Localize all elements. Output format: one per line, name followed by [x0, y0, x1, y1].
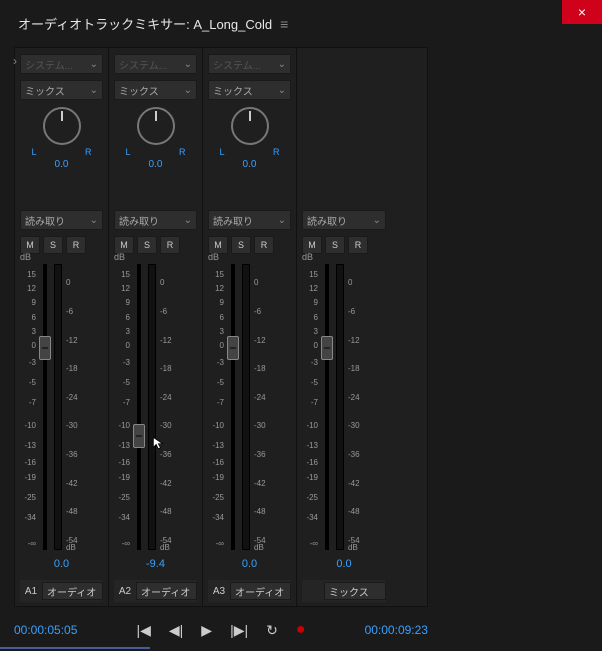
pan-value[interactable]: 0.0	[149, 159, 163, 170]
record-enable-button[interactable]: R	[348, 236, 368, 254]
scale-right: 0-6-12-18-24-30-36-42-48-54dB	[64, 264, 84, 550]
pan-value[interactable]: 0.0	[55, 159, 69, 170]
msr-buttons: M S R	[302, 236, 386, 254]
mixer-area: › システム...⌄ ミックス⌄ L R 0.0 読み取り⌄ M S R dB15…	[14, 47, 428, 607]
solo-button[interactable]: S	[137, 236, 157, 254]
scale-left: dB15129630-3-5-7-10-13-16-19-25-34-∞	[208, 264, 226, 550]
scale-right: 0-6-12-18-24-30-36-42-48-54dB	[346, 264, 366, 550]
output-dropdown[interactable]: ミックス⌄	[20, 80, 103, 100]
timecode-right: 00:00:09:23	[365, 623, 428, 637]
solo-button[interactable]: S	[325, 236, 345, 254]
volume-slider[interactable]	[38, 264, 52, 550]
fader-zone: dB15129630-3-5-7-10-13-16-19-25-34-∞ 0-6…	[302, 260, 386, 550]
track-column-A2: システム...⌄ ミックス⌄ L R 0.0 読み取り⌄ M S R dB1512…	[109, 48, 203, 606]
track-name[interactable]: オーディオ	[42, 582, 103, 600]
slider-thumb[interactable]	[39, 336, 51, 360]
msr-buttons: M S R	[114, 236, 197, 254]
pan-knob-zone: L R 0.0	[20, 106, 103, 170]
record-enable-button[interactable]: R	[160, 236, 180, 254]
volume-value[interactable]: -9.4	[114, 558, 197, 570]
volume-value[interactable]: 0.0	[302, 558, 386, 570]
output-dropdown[interactable]: ミックス⌄	[114, 80, 197, 100]
volume-slider[interactable]	[132, 264, 146, 550]
system-dropdown[interactable]: システム...⌄	[208, 54, 291, 74]
automation-dropdown[interactable]: 読み取り⌄	[114, 210, 197, 230]
timeline-bar[interactable]	[0, 647, 602, 649]
pan-r-label: R	[179, 147, 186, 157]
track-label-row: A2 オーディオ	[114, 580, 197, 602]
track-label-row: ミックス	[302, 580, 386, 602]
track-column-mix: 読み取り⌄ M S R dB15129630-3-5-7-10-13-16-19…	[297, 48, 391, 606]
transport-buttons: |◀ ◀| ▶ |▶| ↻ ●	[136, 621, 305, 639]
slider-thumb[interactable]	[227, 336, 239, 360]
slider-thumb[interactable]	[321, 336, 333, 360]
scale-right: 0-6-12-18-24-30-36-42-48-54dB	[158, 264, 178, 550]
pan-knob[interactable]	[43, 107, 81, 145]
play-button[interactable]: ▶	[201, 622, 212, 639]
pan-r-label: R	[85, 147, 92, 157]
track-name[interactable]: オーディオ	[230, 582, 291, 600]
volume-value[interactable]: 0.0	[208, 558, 291, 570]
automation-dropdown[interactable]: 読み取り⌄	[302, 210, 386, 230]
track-id: A3	[208, 586, 230, 597]
volume-slider[interactable]	[226, 264, 240, 550]
msr-buttons: M S R	[208, 236, 291, 254]
level-meter	[148, 264, 158, 550]
volume-slider[interactable]	[320, 264, 334, 550]
pan-value[interactable]: 0.0	[243, 159, 257, 170]
pan-knob[interactable]	[137, 107, 175, 145]
track-id: A2	[114, 586, 136, 597]
scale-left: dB15129630-3-5-7-10-13-16-19-25-34-∞	[302, 264, 320, 550]
track-name[interactable]: オーディオ	[136, 582, 197, 600]
mixer-window: × オーディオトラックミキサー: A_Long_Cold ≡ › システム...…	[0, 0, 602, 651]
level-meter	[336, 264, 346, 550]
level-meter	[54, 264, 64, 550]
panel-title: オーディオトラックミキサー: A_Long_Cold	[18, 14, 272, 33]
pan-l-label: L	[32, 147, 37, 157]
title-bar: ×	[562, 0, 602, 24]
record-button[interactable]: ●	[296, 621, 306, 639]
scale-left: dB15129630-3-5-7-10-13-16-19-25-34-∞	[114, 264, 132, 550]
go-to-start-button[interactable]: |◀	[136, 622, 150, 639]
side-toggle-icon[interactable]: ›	[13, 54, 17, 68]
pan-knob-zone: L R 0.0	[114, 106, 197, 170]
scale-right: 0-6-12-18-24-30-36-42-48-54dB	[252, 264, 272, 550]
track-label-row: A1 オーディオ	[20, 580, 103, 602]
system-dropdown[interactable]: システム...⌄	[114, 54, 197, 74]
track-name[interactable]: ミックス	[324, 582, 386, 600]
msr-buttons: M S R	[20, 236, 103, 254]
track-label-row: A3 オーディオ	[208, 580, 291, 602]
pan-knob-zone: L R 0.0	[208, 106, 291, 170]
loop-button[interactable]: ↻	[266, 622, 278, 639]
fader-zone: dB15129630-3-5-7-10-13-16-19-25-34-∞ 0-6…	[208, 260, 291, 550]
pan-l-label: L	[220, 147, 225, 157]
solo-button[interactable]: S	[43, 236, 63, 254]
step-back-button[interactable]: ◀|	[169, 622, 183, 639]
automation-dropdown[interactable]: 読み取り⌄	[20, 210, 103, 230]
output-dropdown[interactable]: ミックス⌄	[208, 80, 291, 100]
track-column-A1: システム...⌄ ミックス⌄ L R 0.0 読み取り⌄ M S R dB1512…	[15, 48, 109, 606]
fader-zone: dB15129630-3-5-7-10-13-16-19-25-34-∞ 0-6…	[20, 260, 103, 550]
solo-button[interactable]: S	[231, 236, 251, 254]
level-meter	[242, 264, 252, 550]
scale-left: dB15129630-3-5-7-10-13-16-19-25-34-∞	[20, 264, 38, 550]
fader-zone: dB15129630-3-5-7-10-13-16-19-25-34-∞ 0-6…	[114, 260, 197, 550]
pan-knob[interactable]	[231, 107, 269, 145]
step-forward-button[interactable]: |▶|	[230, 622, 248, 639]
transport-bar: 00:00:05:05 |◀ ◀| ▶ |▶| ↻ ● 00:00:09:23	[14, 615, 428, 639]
record-enable-button[interactable]: R	[66, 236, 86, 254]
panel-title-row: オーディオトラックミキサー: A_Long_Cold ≡	[0, 0, 602, 41]
close-button[interactable]: ×	[562, 0, 602, 24]
automation-dropdown[interactable]: 読み取り⌄	[208, 210, 291, 230]
slider-thumb[interactable]	[133, 424, 145, 448]
panel-menu-icon[interactable]: ≡	[280, 16, 288, 32]
track-id: A1	[20, 586, 42, 597]
system-dropdown[interactable]: システム...⌄	[20, 54, 103, 74]
record-enable-button[interactable]: R	[254, 236, 274, 254]
pan-r-label: R	[273, 147, 280, 157]
track-column-A3: システム...⌄ ミックス⌄ L R 0.0 読み取り⌄ M S R dB1512…	[203, 48, 297, 606]
timecode-left[interactable]: 00:00:05:05	[14, 623, 77, 637]
volume-value[interactable]: 0.0	[20, 558, 103, 570]
pan-l-label: L	[126, 147, 131, 157]
